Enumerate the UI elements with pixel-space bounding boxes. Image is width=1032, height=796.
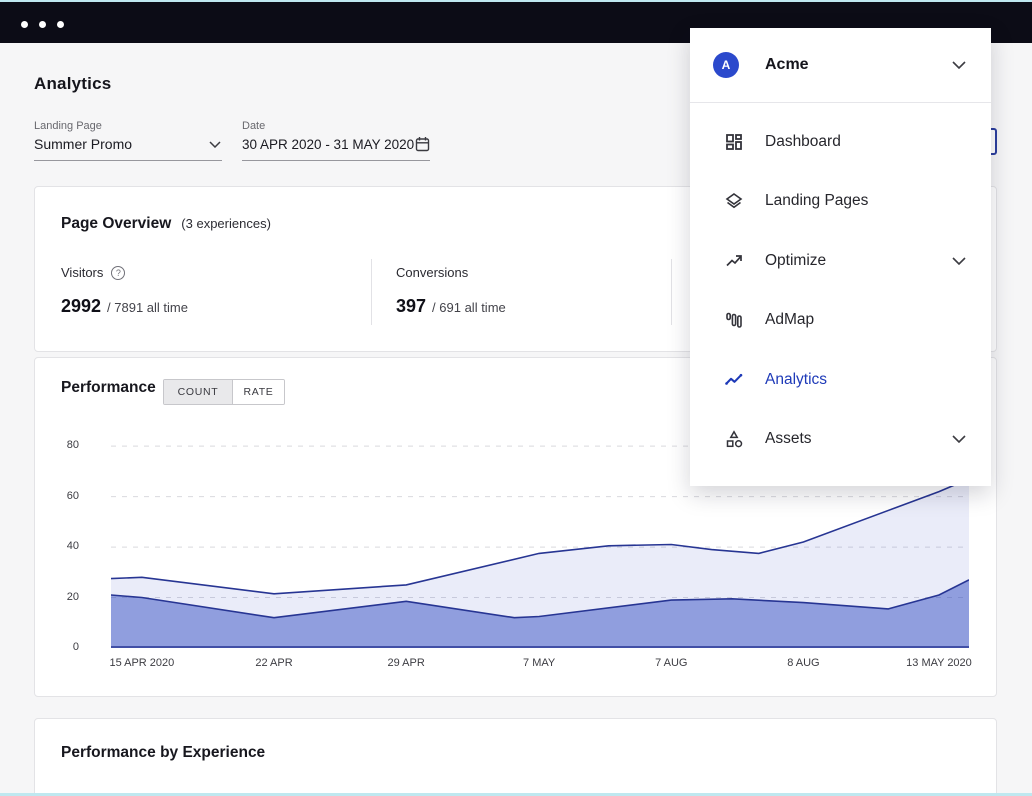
conversions-value: 397 [396, 296, 427, 316]
chevron-down-icon [952, 61, 966, 69]
menu-items: Dashboard Landing Pages Optimize AdMap A… [690, 112, 991, 469]
count-rate-toggle: COUNT RATE [163, 379, 285, 405]
landing-page-value: Summer Promo [34, 136, 133, 152]
performance-by-experience-card: Performance by Experience [34, 718, 997, 796]
account-switcher[interactable]: A Acme [690, 28, 991, 103]
x-axis-tick-label: 13 MAY 2020 [906, 657, 972, 669]
landing-page-label: Landing Page [34, 120, 102, 132]
trending-up-icon [724, 251, 744, 271]
y-axis-tick-label: 20 [66, 590, 79, 603]
x-axis-tick-label: 22 APR [255, 657, 293, 669]
chevron-down-icon [952, 435, 966, 444]
y-axis-tick-label: 40 [66, 540, 79, 553]
visitors-metric: Visitors ? 2992 / 7891 all time [61, 265, 188, 317]
account-name: Acme [765, 56, 809, 73]
menu-item-analytics[interactable]: Analytics [690, 350, 991, 410]
y-axis-tick-label: 60 [66, 489, 79, 502]
date-value: 30 APR 2020 - 31 MAY 2020 [242, 136, 415, 152]
x-axis-tick-label: 15 APR 2020 [109, 657, 175, 669]
line-chart-icon [724, 370, 744, 390]
menu-item-assets[interactable]: Assets [690, 410, 991, 470]
frame-top-strip [0, 0, 1032, 2]
performance-title: Performance [61, 379, 156, 396]
y-axis-tick-label: 80 [66, 439, 79, 452]
performance-by-experience-title: Performance by Experience [61, 744, 266, 761]
rate-toggle-button[interactable]: RATE [233, 380, 284, 404]
dashboard-grid-icon [724, 132, 744, 152]
x-axis-tick-label: 7 MAY [523, 657, 556, 669]
page-title: Analytics [34, 74, 112, 93]
date-range-field[interactable]: Date 30 APR 2020 - 31 MAY 2020 [242, 120, 430, 161]
chevron-down-icon [209, 140, 221, 148]
date-label: Date [242, 120, 266, 132]
visitors-value: 2992 [61, 296, 102, 316]
navigation-dropdown-menu: A Acme Dashboard Landing Pages Optimize … [690, 28, 991, 486]
account-avatar: A [713, 52, 739, 78]
visitors-label: Visitors [61, 265, 104, 280]
x-axis-tick-label: 29 APR [387, 657, 425, 669]
chevron-down-icon [952, 257, 966, 265]
metric-divider [371, 259, 372, 325]
bars-icon [724, 310, 744, 330]
landing-page-select[interactable]: Landing Page Summer Promo [34, 120, 222, 161]
conversions-metric: Conversions 397 / 691 all time [396, 265, 506, 317]
menu-item-dashboard[interactable]: Dashboard [690, 112, 991, 172]
app-screen: Analytics Landing Page Summer Promo Date… [0, 0, 1032, 796]
y-axis-tick-label: 0 [72, 641, 79, 653]
calendar-icon[interactable] [415, 136, 430, 152]
page-overview-title: Page Overview [61, 215, 172, 232]
layers-icon [724, 191, 744, 211]
experiences-count: (3 experiences) [181, 216, 271, 231]
visitors-alltime: / 7891 all time [107, 300, 188, 315]
menu-item-landing-pages[interactable]: Landing Pages [690, 172, 991, 232]
count-toggle-button[interactable]: COUNT [164, 380, 233, 404]
x-axis-tick-label: 8 AUG [787, 657, 820, 669]
menu-item-admap[interactable]: AdMap [690, 291, 991, 351]
window-dots-icon [21, 21, 64, 28]
metric-divider [671, 259, 672, 325]
shapes-icon [724, 429, 744, 449]
menu-item-optimize[interactable]: Optimize [690, 231, 991, 291]
conversions-alltime: / 691 all time [432, 300, 506, 315]
help-icon[interactable]: ? [111, 265, 126, 280]
x-axis-tick-label: 7 AUG [655, 657, 688, 669]
conversions-label: Conversions [396, 265, 469, 280]
